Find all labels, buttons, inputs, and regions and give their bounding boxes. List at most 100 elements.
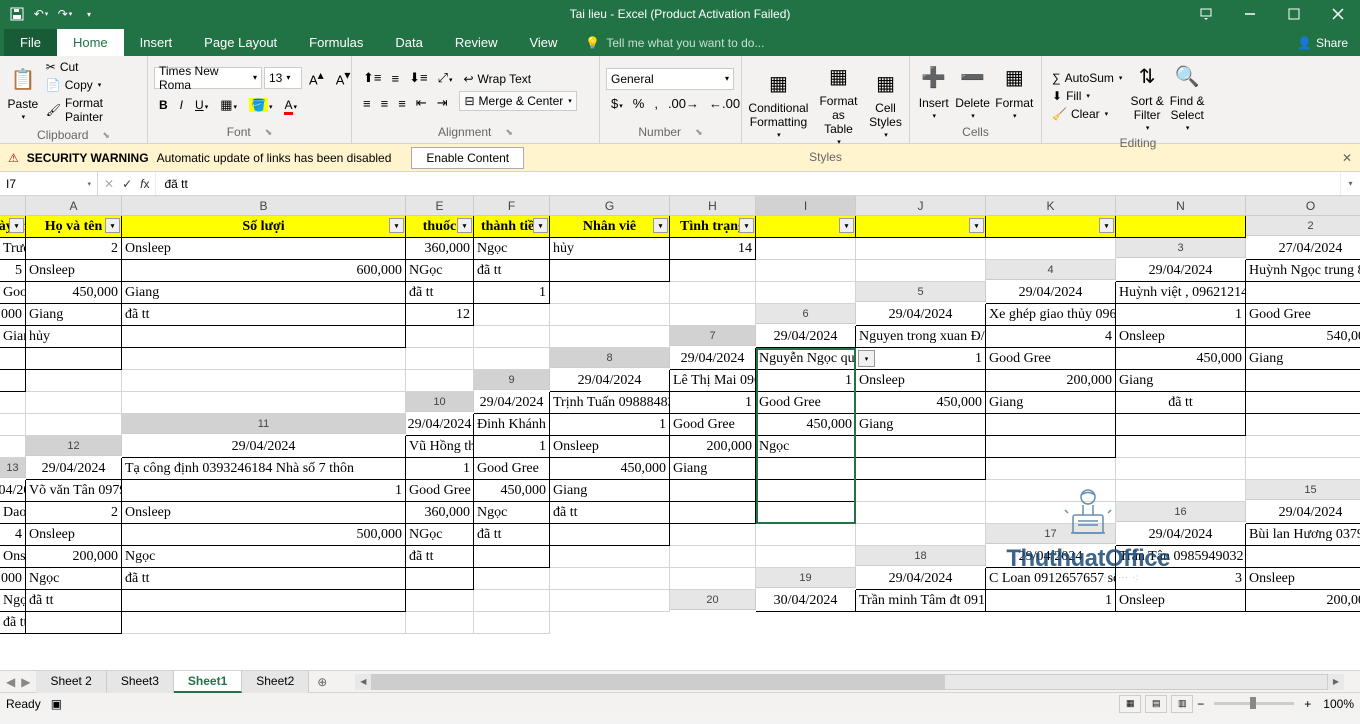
- table-header-cell[interactable]: ▾: [986, 216, 1116, 238]
- cell-qty[interactable]: 1: [406, 458, 474, 480]
- cell-staff[interactable]: Ngọc: [474, 502, 550, 524]
- cell-qty[interactable]: 4: [0, 524, 26, 546]
- cell-status[interactable]: [856, 436, 986, 458]
- cell[interactable]: [122, 612, 406, 634]
- add-sheet-icon[interactable]: ⊕: [309, 672, 335, 692]
- delete-cells-button[interactable]: ➖Delete▾: [953, 60, 991, 122]
- cell-product[interactable]: Onsleep: [26, 524, 122, 546]
- column-header[interactable]: F: [474, 196, 550, 216]
- font-name-combo[interactable]: Times New Roma▾: [154, 67, 262, 89]
- cell[interactable]: [550, 590, 670, 612]
- cell-styles-button[interactable]: ▦Cell Styles▾: [868, 65, 903, 141]
- cell-product[interactable]: Onsleep: [1246, 568, 1360, 590]
- column-header[interactable]: I: [756, 196, 856, 216]
- table-header-cell[interactable]: ▾: [756, 216, 856, 238]
- table-header-cell[interactable]: thuốc▾: [406, 216, 474, 238]
- tab-home[interactable]: Home: [57, 29, 124, 56]
- row-header[interactable]: 16: [1116, 502, 1246, 522]
- formula-input[interactable]: đã tt: [156, 172, 1340, 195]
- cell-amount[interactable]: 450,000: [26, 282, 122, 304]
- cell[interactable]: [474, 304, 550, 326]
- cell-product[interactable]: Onsleep: [856, 370, 986, 392]
- cell-amount[interactable]: 450,000: [0, 304, 26, 326]
- save-icon[interactable]: [6, 3, 28, 25]
- percent-format-icon[interactable]: %: [628, 93, 650, 114]
- cell-product[interactable]: Good Gree: [0, 282, 26, 304]
- cell[interactable]: [1116, 414, 1246, 436]
- comma-format-icon[interactable]: ,: [649, 93, 663, 114]
- cell-staff[interactable]: Ngọc: [122, 546, 406, 568]
- cell[interactable]: [26, 414, 122, 436]
- row-header[interactable]: 10: [406, 392, 474, 412]
- font-color-button[interactable]: A▾: [279, 94, 302, 115]
- cell-qty[interactable]: 1: [1246, 282, 1360, 304]
- tab-view[interactable]: View: [513, 29, 573, 56]
- macro-record-icon[interactable]: ▣: [51, 697, 62, 711]
- cell-status[interactable]: đã tt: [0, 612, 26, 634]
- cell-qty[interactable]: 1: [756, 370, 856, 392]
- cell-status[interactable]: hủy: [26, 326, 122, 348]
- row-header[interactable]: 9: [474, 370, 550, 390]
- filter-icon[interactable]: ▾: [739, 218, 754, 233]
- decrease-decimal-icon[interactable]: ←.00: [704, 93, 745, 114]
- cell-date[interactable]: 29/04/2024: [26, 458, 122, 480]
- filter-icon[interactable]: ▾: [1099, 218, 1114, 233]
- cell-product[interactable]: Good Gree: [756, 392, 856, 414]
- cell-product[interactable]: Onsleep: [122, 502, 406, 524]
- table-header-cell[interactable]: Số lượi▾: [122, 216, 406, 238]
- cell[interactable]: [26, 370, 122, 392]
- filter-icon[interactable]: ▾: [653, 218, 668, 233]
- row-header[interactable]: 13: [0, 458, 26, 478]
- cell[interactable]: [122, 392, 406, 414]
- cell-name[interactable]: Xe ghép giao thủy 0966697000 Xóm 15: [986, 304, 1116, 326]
- cell-staff[interactable]: Giang: [550, 480, 670, 502]
- cell-product[interactable]: Onsleep: [550, 436, 670, 458]
- cancel-icon[interactable]: ✕: [104, 177, 114, 191]
- cell[interactable]: [406, 326, 474, 348]
- column-header[interactable]: A: [26, 196, 122, 216]
- cell-amount[interactable]: 200,000: [986, 370, 1116, 392]
- align-right-icon[interactable]: ≡: [393, 93, 411, 114]
- cell[interactable]: [0, 392, 26, 414]
- cell[interactable]: [0, 414, 26, 436]
- merge-center-button[interactable]: ⊟Merge & Center▾: [459, 91, 576, 111]
- cell-product[interactable]: Onsleep: [26, 260, 122, 282]
- conditional-formatting-button[interactable]: ▦Conditional Formatting▾: [748, 65, 809, 141]
- table-header-cell[interactable]: Tình trạng▾: [670, 216, 756, 238]
- cell[interactable]: [122, 326, 406, 348]
- fill-color-button[interactable]: 🪣▾: [244, 94, 277, 115]
- row-header[interactable]: 7: [670, 326, 756, 346]
- enable-content-button[interactable]: Enable Content: [411, 147, 524, 169]
- cell-name[interactable]: Bùi lan Hương 0379593607 Gửi về thị tr: [1246, 524, 1360, 546]
- cell-qty[interactable]: 1: [550, 414, 670, 436]
- cell-status[interactable]: đã tt: [26, 590, 122, 612]
- cell[interactable]: [856, 238, 986, 260]
- zoom-slider[interactable]: [1214, 702, 1294, 705]
- cell[interactable]: [756, 260, 856, 282]
- cell-product[interactable]: Onsleep: [122, 238, 406, 260]
- cell[interactable]: [1116, 480, 1246, 502]
- cell[interactable]: [474, 546, 550, 568]
- cell[interactable]: [986, 458, 1116, 480]
- cell[interactable]: [122, 348, 406, 370]
- font-size-combo[interactable]: 13▾: [264, 67, 302, 89]
- sheet-tab[interactable]: Sheet3: [107, 671, 174, 693]
- cell[interactable]: [550, 260, 670, 282]
- cell[interactable]: [670, 304, 756, 326]
- cell[interactable]: [0, 370, 26, 392]
- fill-button[interactable]: ⬇Fill▾: [1048, 87, 1126, 105]
- cell[interactable]: [550, 546, 670, 568]
- select-all-corner[interactable]: [0, 196, 26, 216]
- maximize-icon[interactable]: [1272, 0, 1316, 28]
- cell[interactable]: [26, 392, 122, 414]
- cell[interactable]: [26, 612, 122, 634]
- cell-status[interactable]: [986, 414, 1116, 436]
- dialog-launcher-icon[interactable]: ⬊: [695, 127, 703, 138]
- cell[interactable]: [122, 370, 406, 392]
- cell[interactable]: [756, 524, 856, 546]
- sort-filter-button[interactable]: ⇅Sort & Filter▾: [1128, 58, 1165, 134]
- cell[interactable]: [670, 568, 756, 590]
- cell-product[interactable]: Onsleep: [1116, 326, 1246, 348]
- increase-indent-icon[interactable]: ⇥: [432, 92, 453, 114]
- cell-qty[interactable]: 1: [986, 590, 1116, 612]
